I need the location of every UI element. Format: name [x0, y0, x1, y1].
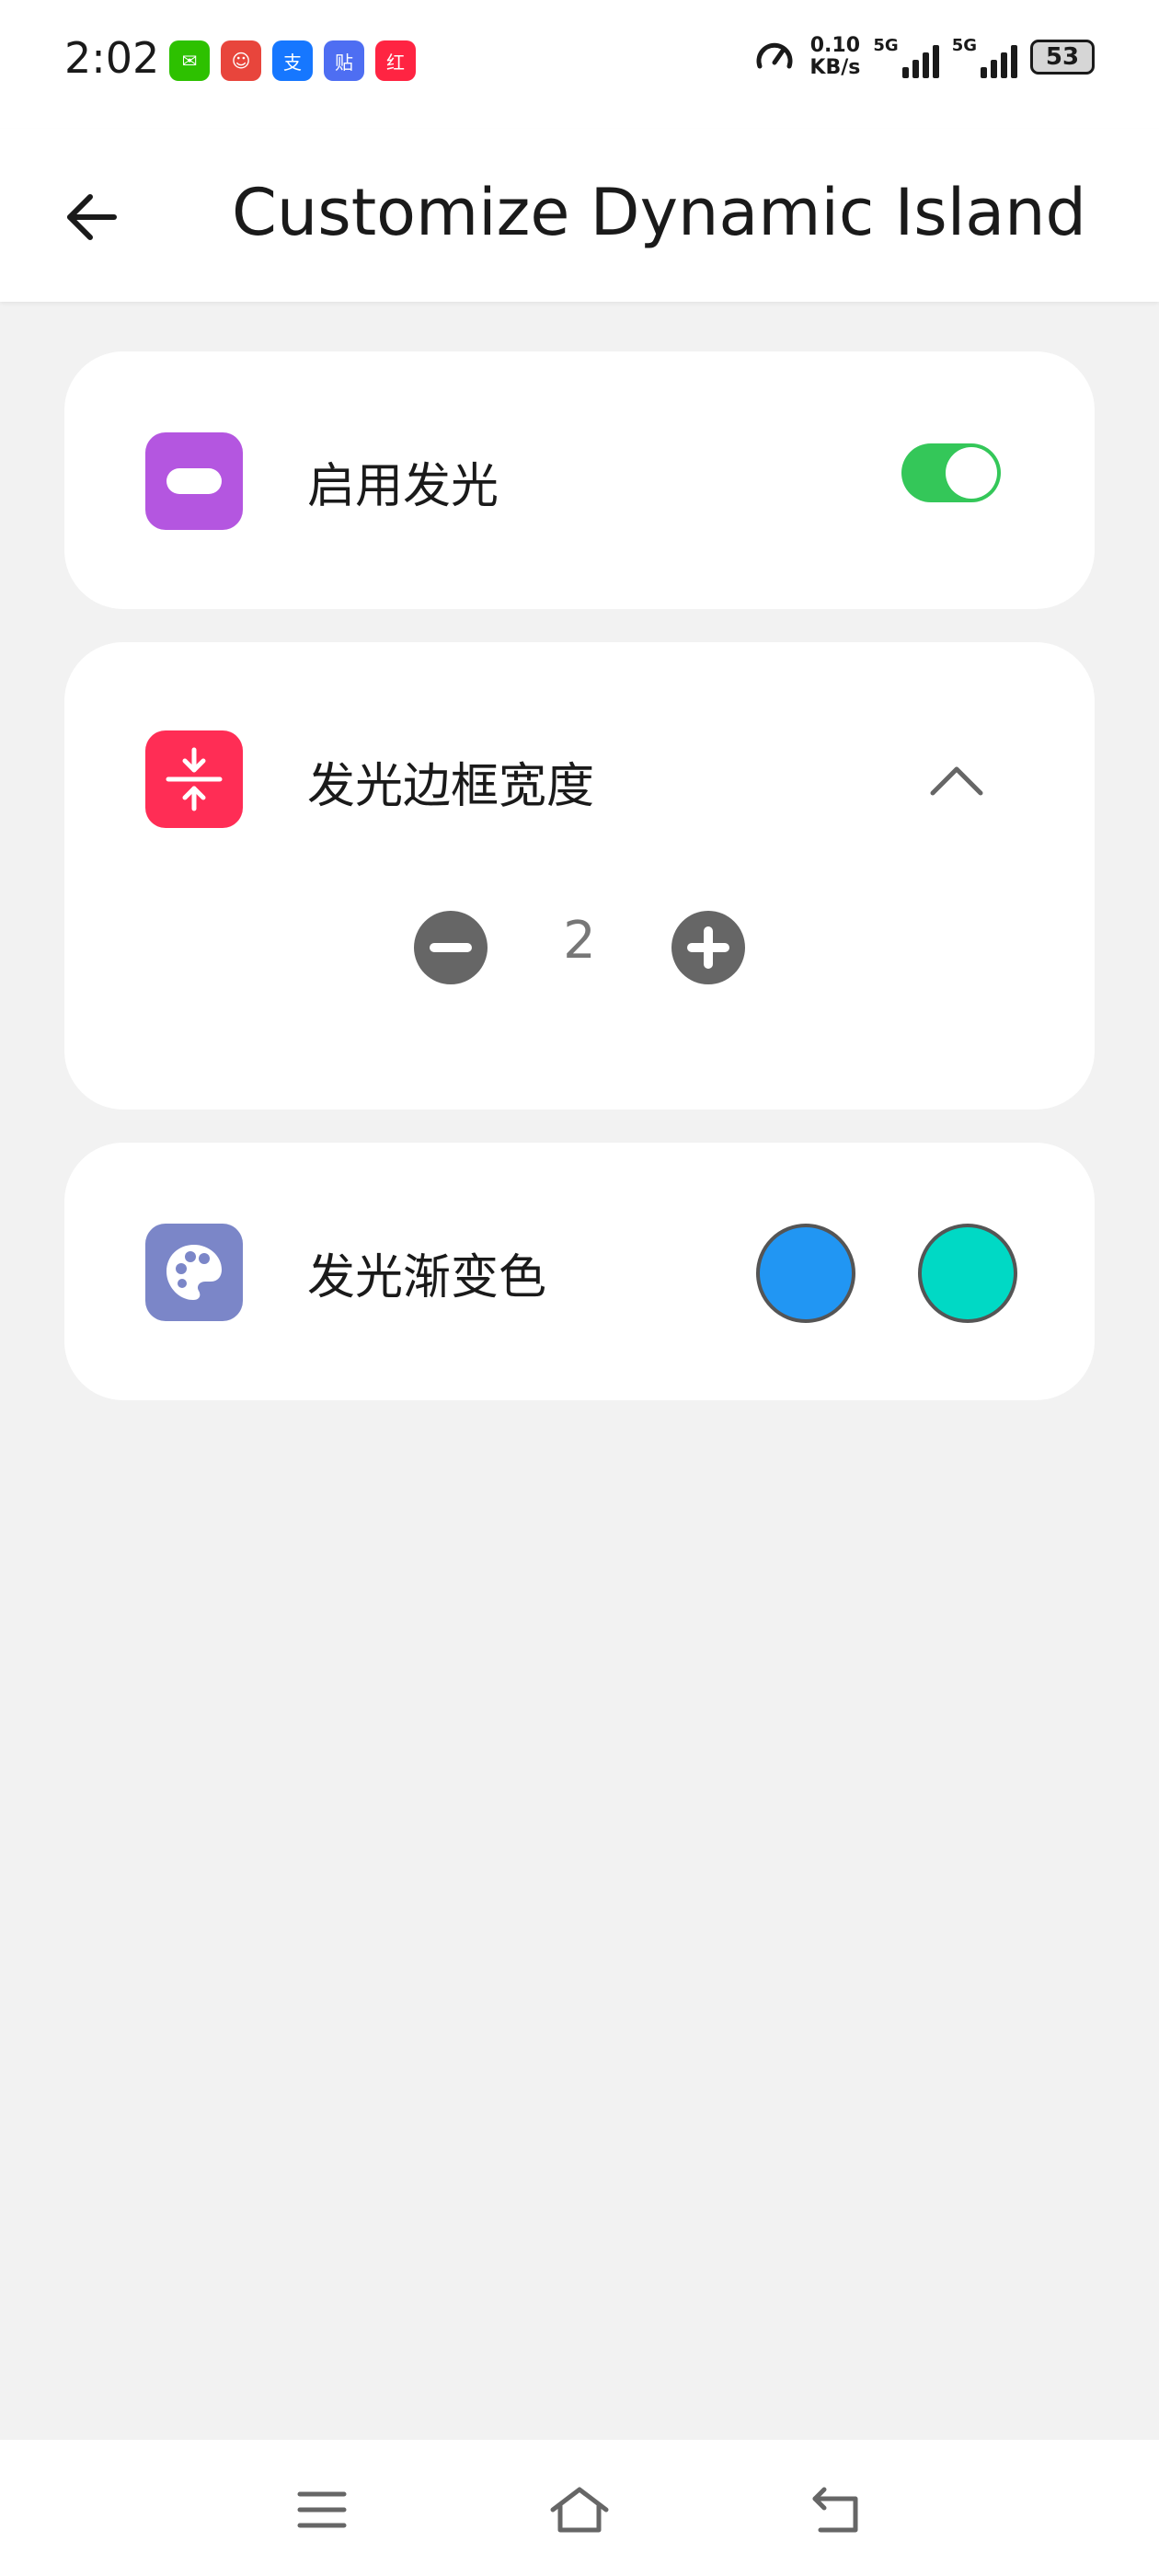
- network-speed: 0.10 KB/s: [809, 35, 860, 79]
- xiaohongshu-icon: 红: [375, 40, 416, 81]
- notification-icons: ✉ ☺ 支 贴 红: [169, 40, 416, 81]
- decrement-button[interactable]: [414, 911, 488, 984]
- tieba-icon: 贴: [324, 40, 364, 81]
- enable-glow-card: 启用发光: [64, 351, 1095, 609]
- gradient-start-color-swatch[interactable]: [756, 1224, 855, 1323]
- alipay-icon: 支: [272, 40, 313, 81]
- clown-app-icon: ☺: [221, 40, 261, 81]
- palette-icon: [145, 1224, 243, 1321]
- border-width-value: 2: [563, 911, 596, 971]
- chevron-up-icon: [930, 766, 983, 796]
- sim2-label: 5G: [951, 36, 977, 55]
- back-button[interactable]: [55, 180, 129, 254]
- recent-apps-button[interactable]: [285, 2480, 359, 2539]
- status-bar: 2:02 ✉ ☺ 支 贴 红 0.10 KB/s 5G 5G 53: [0, 0, 1159, 129]
- sim1-signal-icon: 5G: [873, 36, 939, 78]
- arrow-left-icon: [67, 194, 117, 240]
- back-icon: [812, 2487, 858, 2533]
- sim2-signal-icon: 5G: [952, 36, 1017, 78]
- enable-glow-toggle[interactable]: [901, 443, 1001, 502]
- minus-icon: [430, 943, 472, 952]
- plus-icon: [687, 926, 729, 969]
- toggle-knob: [946, 447, 997, 499]
- enable-glow-label: 启用发光: [307, 459, 499, 514]
- increment-button[interactable]: [671, 911, 745, 984]
- page-title: Customize Dynamic Island: [232, 175, 1086, 250]
- battery-icon: 53: [1030, 40, 1095, 75]
- compress-vertical-icon: [145, 730, 243, 828]
- sim1-label: 5G: [873, 36, 899, 55]
- status-indicators: 0.10 KB/s 5G 5G 53: [752, 35, 1095, 79]
- wechat-icon: ✉: [169, 40, 210, 81]
- pill-icon: [145, 432, 243, 530]
- network-speed-value: 0.10: [809, 34, 861, 57]
- border-width-label: 发光边框宽度: [307, 759, 595, 814]
- system-back-button[interactable]: [800, 2480, 874, 2539]
- menu-icon: [297, 2491, 347, 2528]
- app-bar: Customize Dynamic Island: [0, 129, 1159, 302]
- speedometer-icon: [756, 42, 793, 69]
- border-width-card: 发光边框宽度 2: [64, 642, 1095, 1110]
- home-icon: [550, 2487, 609, 2533]
- gradient-color-label: 发光渐变色: [307, 1250, 547, 1305]
- home-button[interactable]: [543, 2480, 616, 2539]
- status-time: 2:02: [64, 33, 160, 83]
- collapse-button[interactable]: [920, 756, 993, 802]
- network-speed-unit: KB/s: [809, 56, 861, 79]
- gradient-color-card: 发光渐变色: [64, 1143, 1095, 1400]
- navigation-bar: [0, 2440, 1159, 2576]
- gradient-end-color-swatch[interactable]: [918, 1224, 1017, 1323]
